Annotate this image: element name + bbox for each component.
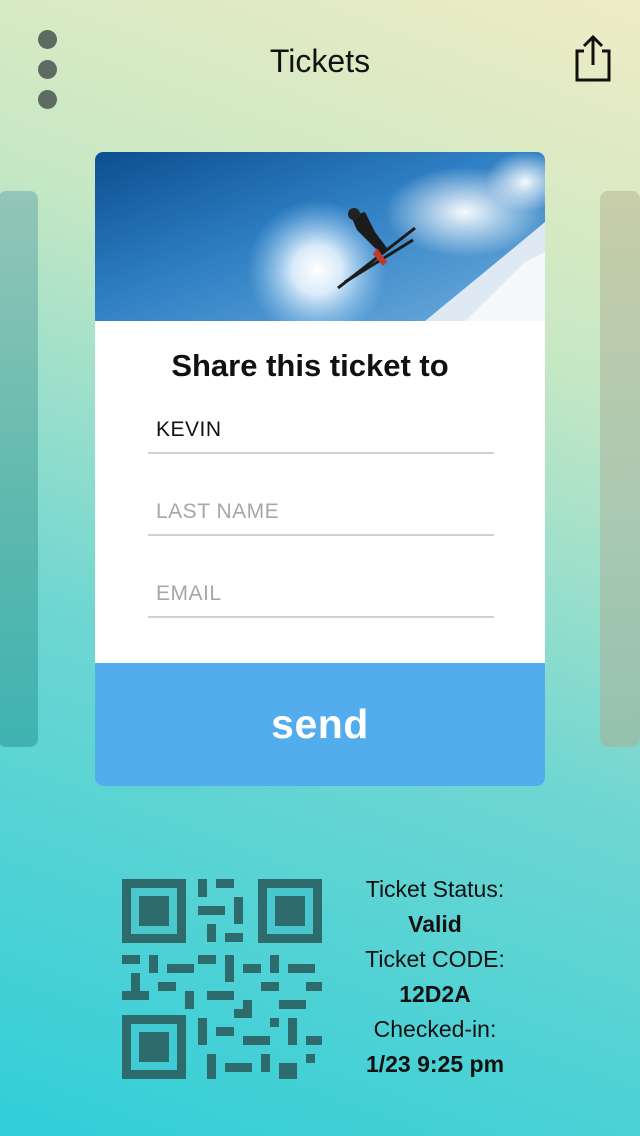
first-name-input[interactable]: [148, 414, 494, 446]
previous-ticket-card[interactable]: [0, 191, 38, 747]
send-button[interactable]: send: [95, 663, 545, 786]
email-field: [148, 574, 494, 618]
checked-in-label: Checked-in:: [373, 1016, 497, 1042]
qr-code: [122, 879, 322, 1079]
next-ticket-card[interactable]: [600, 191, 640, 747]
menu-dot: [38, 90, 57, 109]
first-name-field: [148, 410, 494, 454]
ticket-code-value: 12D2A: [399, 981, 471, 1007]
ticket-code-label: Ticket CODE:: [365, 946, 505, 972]
skier-hero-image: [95, 152, 545, 340]
email-input[interactable]: [148, 578, 494, 610]
last-name-field: [148, 492, 494, 536]
share-heading: Share this ticket to: [171, 348, 449, 383]
top-bar: Tickets: [0, 0, 640, 125]
ticket-status-value: Valid: [408, 911, 462, 937]
ticket-card: Share this ticket to send: [95, 152, 545, 786]
checked-in-value: 1/23 9:25 pm: [365, 1051, 505, 1077]
share-icon[interactable]: [571, 33, 615, 83]
page-title: Tickets: [269, 43, 371, 79]
tickets-screen: Tickets Share this ticket to KEVIN LAST …: [0, 0, 640, 1136]
ticket-info: Ticket Status: Valid Ticket CODE: 12D2A …: [335, 872, 535, 1082]
last-name-input[interactable]: [148, 496, 494, 528]
ticket-status-label: Ticket Status:: [365, 876, 505, 902]
